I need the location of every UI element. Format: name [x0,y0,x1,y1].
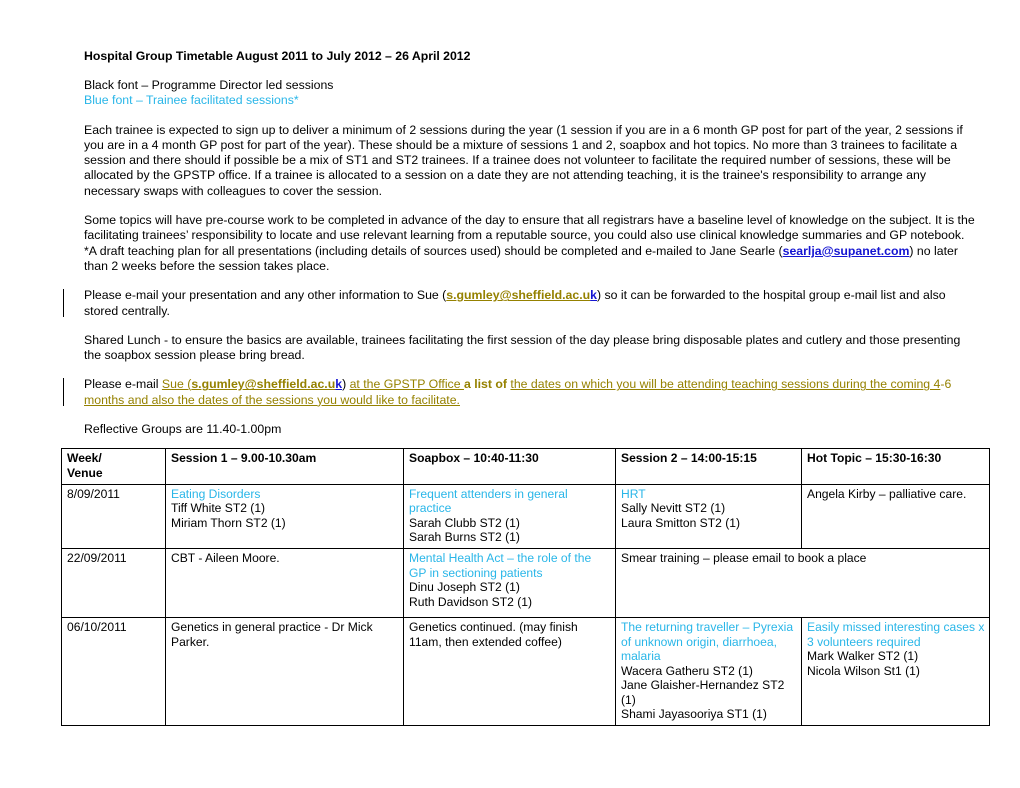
paragraph-send-presentation: Please e-mail your presentation and any … [63,288,976,319]
cell-soapbox: Frequent attenders in general practice S… [403,483,616,549]
cell-soapbox: Mental Health Act – the role of the GP i… [403,547,616,618]
legend-black-line: Black font – Programme Director led sess… [84,78,334,92]
cell-date: 06/10/2011 [61,616,166,727]
session-person: Sally Nevitt ST2 (1) [621,501,726,516]
dates-tail2: months and also the dates of the session… [84,392,460,407]
cell-session2: HRT Sally Nevitt ST2 (1) Laura Smitton S… [615,483,802,549]
header-week-line1: Week/ [67,451,102,466]
cell-date: 22/09/2011 [61,547,166,618]
cell-session1: Eating Disorders Tiff White ST2 (1) Miri… [165,483,404,549]
session-person: Angela Kirby – palliative care. [807,486,967,501]
session-person: Sarah Burns ST2 (1) [409,530,520,545]
session-person: Miriam Thorn ST2 (1) [171,515,286,530]
column-header-session1: Session 1 – 9.00-10.30am [165,448,404,485]
session-person: CBT - Aileen Moore. [171,550,280,565]
paragraph-expectations: Each trainee is expected to sign up to d… [84,122,963,198]
session-topic: Frequent attenders in general practice [409,486,568,516]
session-person: Dinu Joseph ST2 (1) [409,580,520,595]
cell-session2: The returning traveller – Pyrexia of unk… [615,616,802,727]
dates-lead: Please e-mail [84,377,162,392]
paragraph-reflective-groups: Reflective Groups are 11.40-1.00pm [84,422,282,437]
table-row: 8/09/2011 Eating Disorders Tiff White ST… [61,483,990,549]
column-header-soapbox: Soapbox – 10:40-11:30 [403,448,616,485]
cell-session1: Genetics in general practice - Dr Mick P… [165,616,404,727]
session-person: Mark Walker ST2 (1) [807,649,919,664]
dates-mid: a list of [463,377,511,392]
paragraph-precourse: Some topics will have pre-course work to… [84,213,976,274]
dates-sue-label: Sue ( [161,377,192,392]
session-topic: Easily missed interesting cases x 3 volu… [807,619,985,649]
paragraph-shared-lunch: Shared Lunch - to ensure the basics are … [84,332,961,363]
paragraph-dates-request: Please e-mail Sue (s.gumley@sheffield.ac… [63,377,976,408]
session-person: Shami Jayasooriya ST1 (1) [621,707,767,722]
session-person: Laura Smitton ST2 (1) [621,515,740,530]
column-header-session2: Session 2 – 14:00-15:15 [615,448,802,485]
cell-session1: CBT - Aileen Moore. [165,547,404,618]
cell-merged-smear-training: Smear training – please email to book a … [615,547,990,618]
page-title: Hospital Group Timetable August 2011 to … [84,49,471,63]
cell-soapbox: Genetics continued. (may finish 11am, th… [403,616,616,727]
email-link-sgumley-1[interactable]: s.gumley@sheffield.ac.u [446,288,590,302]
session-topic: HRT [621,486,646,501]
dates-office: at the GPSTP Office [349,377,464,392]
email-link-sgumley-1-tail[interactable]: k [590,288,597,302]
presentation-text-part1: Please e-mail your presentation and any … [84,288,447,303]
dates-dash: -6 [940,377,952,392]
session-person: Nicola Wilson St1 (1) [807,663,920,678]
email-link-sgumley-2[interactable]: s.gumley@sheffield.ac.u [191,377,335,391]
session-person: Wacera Gatheru ST2 (1) [621,663,753,678]
cell-date: 8/09/2011 [61,483,166,549]
session-person: Ruth Davidson ST2 (1) [409,594,533,609]
cell-hottopic: Easily missed interesting cases x 3 volu… [801,616,990,727]
session-topic: The returning traveller – Pyrexia of unk… [621,619,794,664]
email-link-searlja[interactable]: searlja@supanet.com [783,244,910,258]
legend-block: Black font – Programme Director led sess… [84,78,976,109]
legend-blue-line: Blue font – Trainee facilitated sessions… [84,93,299,108]
header-week-line2: Venue [67,465,103,480]
session-topic: Mental Health Act – the role of the GP i… [409,550,592,580]
timetable: Week/ Venue Session 1 – 9.00-10.30am Soa… [61,448,990,727]
column-header-hottopic: Hot Topic – 15:30-16:30 [801,448,990,485]
document-page: Hospital Group Timetable August 2011 to … [0,0,1020,788]
session-person: Genetics in general practice - Dr Mick P… [171,619,373,649]
session-person: Genetics continued. (may finish 11am, th… [409,619,578,649]
session-person: Tiff White ST2 (1) [171,501,266,516]
session-person: Jane Glaisher-Hernandez ST2 (1) [621,678,785,707]
table-row: 06/10/2011 Genetics in general practice … [61,616,990,727]
table-row: 22/09/2011 CBT - Aileen Moore. Mental He… [61,547,990,618]
dates-tail: the dates on which you will be attending… [510,377,941,392]
table-header-row: Week/ Venue Session 1 – 9.00-10.30am Soa… [61,448,990,485]
dates-after-email: ) [342,377,350,392]
cell-hottopic: Angela Kirby – palliative care. [801,483,990,549]
session-person: Sarah Clubb ST2 (1) [409,515,520,530]
column-header-week-venue: Week/ Venue [61,448,166,485]
session-topic: Eating Disorders [171,486,261,501]
